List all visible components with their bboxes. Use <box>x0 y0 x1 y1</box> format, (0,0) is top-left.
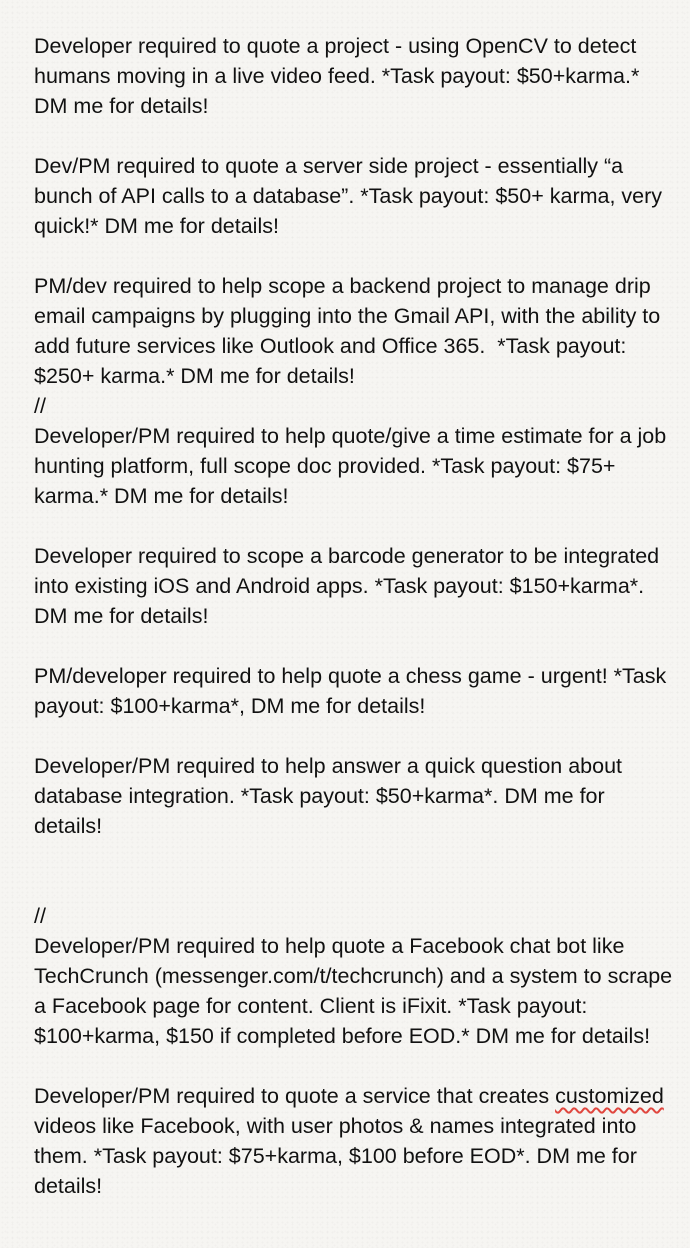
separator-2: // <box>34 904 46 928</box>
post-job-hunting: Developer/PM required to help quote/give… <box>34 424 673 508</box>
spellcheck-flagged-word[interactable]: customized <box>555 1084 664 1108</box>
post-drip-email: PM/dev required to help scope a backend … <box>34 274 667 388</box>
post-server-side: Dev/PM required to quote a server side p… <box>34 154 669 238</box>
post-custom-videos: Developer/PM required to quote a service… <box>34 1081 674 1201</box>
post-barcode: Developer required to scope a barcode ge… <box>34 544 666 628</box>
separator-1: // <box>34 394 46 418</box>
post-chess-game: PM/developer required to help quote a ch… <box>34 664 673 718</box>
note-text-area[interactable]: Developer required to quote a project - … <box>34 31 674 1201</box>
post-opencv: Developer required to quote a project - … <box>34 34 646 118</box>
post-database-question: Developer/PM required to help answer a q… <box>34 754 629 838</box>
post-chat-bot: Developer/PM required to help quote a Fa… <box>34 934 679 1048</box>
post-custom-videos-text-1: Developer/PM required to quote a service… <box>34 1084 556 1108</box>
